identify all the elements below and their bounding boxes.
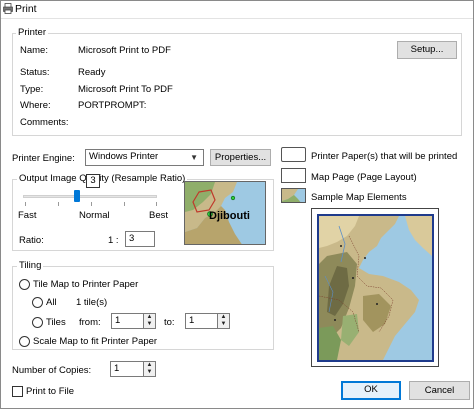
slider-thumb[interactable]	[73, 190, 80, 202]
slider-tick	[91, 202, 92, 206]
scale-map-radio[interactable]	[19, 336, 30, 347]
resample-slider[interactable]	[21, 189, 161, 207]
slider-tick	[58, 202, 59, 206]
copies-label: Number of Copies:	[12, 365, 92, 376]
tile-all-radio[interactable]	[32, 297, 43, 308]
chevron-down-icon: ▼	[190, 153, 198, 162]
printer-engine-label: Printer Engine:	[12, 153, 75, 164]
printer-icon	[3, 3, 13, 14]
tiles-from-stepper[interactable]: 1 ▲ ▼	[111, 313, 156, 329]
ratio-input[interactable]: 3	[125, 231, 155, 247]
copies-spinner[interactable]: ▲ ▼	[143, 362, 155, 376]
ratio-input-value: 3	[129, 233, 135, 244]
type-value: Microsoft Print To PDF	[78, 84, 173, 95]
tile-map-radio[interactable]	[19, 279, 30, 290]
map-frame	[317, 214, 434, 362]
ratio-label: Ratio:	[19, 235, 44, 246]
slider-tooltip-text: 3	[90, 175, 96, 186]
printer-name-value: Microsoft Print to PDF	[78, 45, 171, 56]
quality-group-legend: Output Image Quality (Resample Ratio)	[17, 173, 188, 184]
ok-button[interactable]: OK	[341, 381, 401, 400]
slider-tick	[156, 202, 157, 206]
printer-paper-legend-label: Printer Paper(s) that will be printed	[311, 151, 458, 162]
status-label: Status:	[20, 67, 50, 78]
scale-map-label[interactable]: Scale Map to fit Printer Paper	[33, 336, 157, 347]
spin-up-icon[interactable]: ▲	[144, 314, 155, 321]
print-to-file-label[interactable]: Print to File	[26, 386, 74, 397]
sample-elements-legend-label: Sample Map Elements	[311, 192, 407, 203]
cancel-button[interactable]: Cancel	[409, 381, 470, 400]
printer-group-legend: Printer	[16, 27, 48, 38]
tiles-to-stepper[interactable]: 1 ▲ ▼	[185, 313, 230, 329]
name-label: Name:	[20, 45, 48, 56]
tiles-to-spinner[interactable]: ▲ ▼	[217, 314, 229, 328]
where-value: PORTPROMPT:	[78, 100, 147, 111]
tiles-range-radio[interactable]	[32, 317, 43, 328]
print-dialog: Print Printer Name: Microsoft Print to P…	[0, 0, 474, 409]
tiles-from-label: from:	[79, 317, 101, 328]
tiling-group-legend: Tiling	[17, 260, 44, 271]
copies-value: 1	[114, 363, 120, 374]
ratio-prefix: 1 :	[108, 235, 119, 246]
tile-count-value: 1 tile(s)	[76, 297, 108, 308]
printer-engine-value: Windows Printer	[89, 151, 159, 162]
window-title: Print	[15, 3, 37, 15]
tile-map-label[interactable]: Tile Map to Printer Paper	[33, 279, 138, 290]
sample-map-thumbnail	[282, 189, 305, 202]
properties-button[interactable]: Properties...	[210, 149, 271, 166]
slider-tooltip: 3	[86, 174, 100, 188]
type-label: Type:	[20, 84, 44, 95]
tiles-to-value: 1	[189, 315, 195, 326]
slider-track	[23, 195, 157, 198]
comments-label: Comments:	[20, 117, 69, 128]
tiles-from-spinner[interactable]: ▲ ▼	[143, 314, 155, 328]
normal-label: Normal	[79, 210, 110, 221]
spin-down-icon[interactable]: ▼	[218, 321, 229, 328]
tiles-from-value: 1	[115, 315, 121, 326]
spin-down-icon[interactable]: ▼	[144, 321, 155, 328]
printer-engine-select[interactable]: Windows Printer ▼	[85, 149, 204, 166]
setup-button[interactable]: Setup...	[397, 41, 457, 59]
tile-all-label[interactable]: All	[46, 297, 57, 308]
where-label: Where:	[20, 100, 51, 111]
preview-map-label: Djibouti	[209, 210, 250, 222]
quality-preview-image: Djibouti	[184, 181, 266, 245]
fast-label: Fast	[18, 210, 37, 221]
copies-stepper[interactable]: 1 ▲ ▼	[110, 361, 156, 377]
tiles-range-label[interactable]: Tiles	[46, 317, 66, 328]
sample-elements-swatch	[281, 188, 306, 203]
slider-tick	[25, 202, 26, 206]
best-label: Best	[149, 210, 169, 221]
spin-down-icon[interactable]: ▼	[144, 369, 155, 376]
spin-up-icon[interactable]: ▲	[144, 362, 155, 369]
printer-paper-swatch	[281, 147, 306, 162]
status-value: Ready	[78, 67, 106, 78]
map-page-legend-label: Map Page (Page Layout)	[311, 172, 417, 183]
tiles-to-label: to:	[164, 317, 175, 328]
layout-map-graphic	[319, 216, 432, 360]
title-bar[interactable]: Print	[1, 1, 473, 19]
slider-tick	[124, 202, 125, 206]
spin-up-icon[interactable]: ▲	[218, 314, 229, 321]
print-to-file-checkbox[interactable]	[12, 386, 23, 397]
map-page-swatch	[281, 168, 306, 183]
page-preview	[311, 208, 439, 367]
